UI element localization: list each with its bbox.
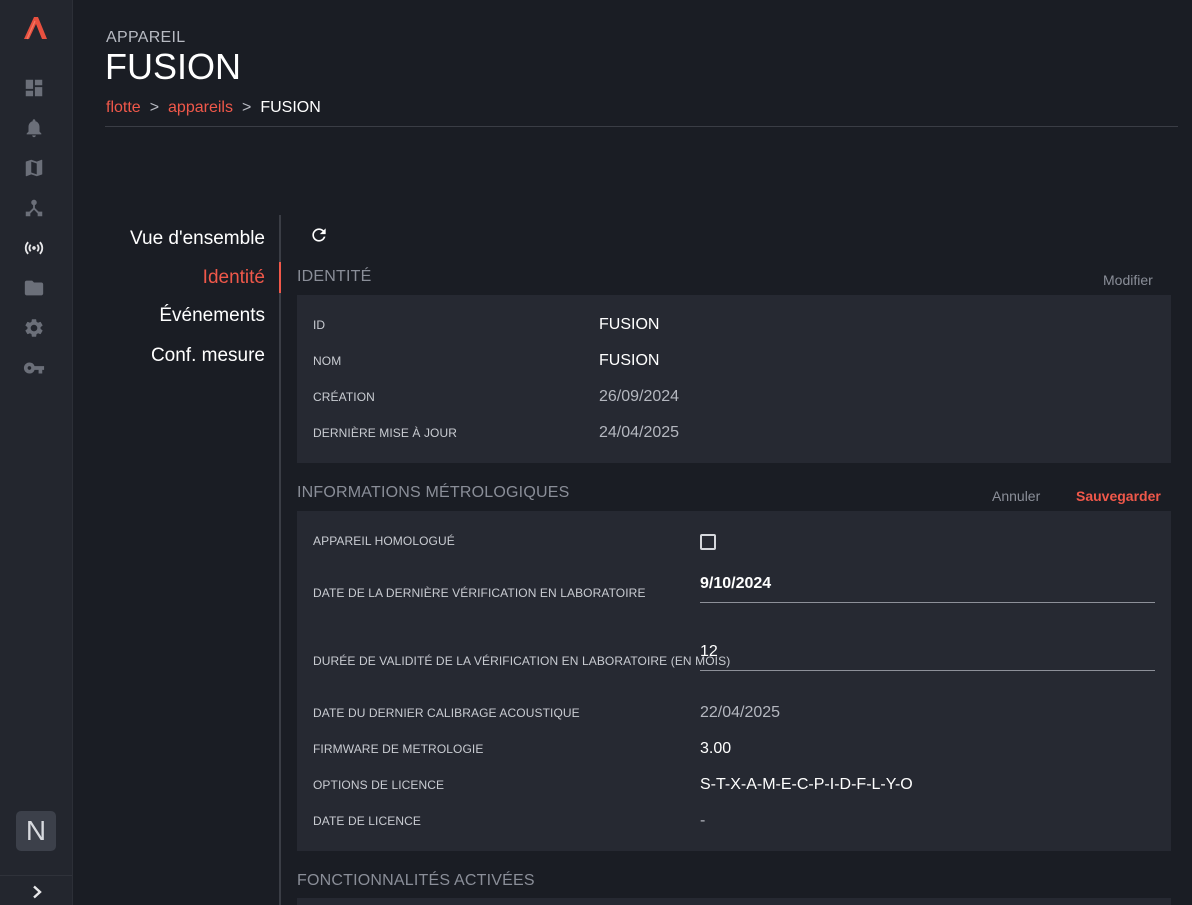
creation-value: 26/09/2024: [599, 388, 680, 405]
last-update-label: DERNIÈRE MISE À JOUR: [313, 426, 458, 440]
metrology-card: APPAREIL HOMOLOGUÉ DATE DE LA DERNIÈRE V…: [297, 511, 1171, 851]
validity-duration-field[interactable]: [700, 637, 1155, 671]
validity-duration-label: DURÉE DE VALIDITÉ DE LA VÉRIFICATION EN …: [313, 654, 731, 668]
subnav-item-events[interactable]: Événements: [159, 305, 265, 327]
bell-icon[interactable]: [22, 116, 46, 140]
firmware-label: FIRMWARE DE METROLOGIE: [313, 742, 484, 756]
dashboard-icon[interactable]: [22, 76, 46, 100]
map-icon[interactable]: [22, 156, 46, 180]
last-lab-check-label: DATE DE LA DERNIÈRE VÉRIFICATION EN LABO…: [313, 586, 646, 600]
save-button[interactable]: Sauvegarder: [1076, 488, 1161, 504]
creation-label: CRÉATION: [313, 390, 375, 404]
breadcrumb-separator: >: [149, 99, 160, 116]
subnav-item-identity[interactable]: Identité: [203, 267, 265, 289]
rail-divider: [0, 875, 72, 876]
homologated-label: APPAREIL HOMOLOGUÉ: [313, 534, 455, 548]
subnav-item-overview[interactable]: Vue d'ensemble: [130, 228, 265, 250]
license-options-value: S-T-X-A-M-E-C-P-I-D-F-L-Y-O: [700, 776, 913, 793]
breadcrumb-item-current: FUSION: [260, 99, 321, 116]
breadcrumb-separator: >: [241, 99, 252, 116]
features-section-title: FONCTIONNALITÉS ACTIVÉES: [297, 872, 535, 889]
name-value: FUSION: [599, 352, 660, 369]
identity-card: ID FUSION NOM FUSION CRÉATION 26/09/2024…: [297, 295, 1171, 463]
name-label: NOM: [313, 354, 342, 368]
last-lab-check-input[interactable]: [700, 569, 1155, 599]
breadcrumb-item-flotte[interactable]: flotte: [106, 99, 141, 117]
page-kicker: APPAREIL: [106, 29, 186, 46]
acoustic-calibration-label: DATE DU DERNIER CALIBRAGE ACOUSTIQUE: [313, 706, 580, 720]
subnav-divider: [279, 215, 281, 905]
header-divider: [105, 126, 1178, 127]
broadcast-icon[interactable]: [22, 236, 46, 260]
refresh-icon[interactable]: [309, 225, 329, 245]
page-title: FUSION: [105, 46, 242, 87]
id-label: ID: [313, 318, 326, 332]
license-date-label: DATE DE LICENCE: [313, 814, 421, 828]
identity-section-title: IDENTITÉ: [297, 268, 372, 285]
breadcrumb-item-appareils[interactable]: appareils: [168, 99, 233, 117]
acoustic-calibration-value: 22/04/2025: [700, 704, 781, 721]
subnav-item-measure-config[interactable]: Conf. mesure: [151, 345, 265, 367]
last-lab-check-field[interactable]: [700, 569, 1155, 603]
network-icon[interactable]: [22, 196, 46, 220]
firmware-value: 3.00: [700, 740, 732, 757]
license-options-label: OPTIONS DE LICENCE: [313, 778, 445, 792]
subnav-active-marker: [279, 262, 281, 293]
license-date-value: -: [700, 812, 706, 829]
last-update-value: 24/04/2025: [599, 424, 680, 441]
folder-icon[interactable]: [22, 276, 46, 300]
key-icon[interactable]: [22, 356, 46, 380]
avatar[interactable]: N: [16, 811, 56, 851]
gear-icon[interactable]: [22, 316, 46, 340]
validity-duration-input[interactable]: [700, 637, 1155, 667]
homologated-checkbox[interactable]: [700, 534, 716, 550]
app-logo[interactable]: [21, 14, 49, 42]
app-rail: N: [0, 0, 73, 905]
features-card: [297, 898, 1171, 905]
metrology-section-title: INFORMATIONS MÉTROLOGIQUES: [297, 484, 570, 501]
chevron-right-icon[interactable]: [28, 882, 46, 902]
cancel-button[interactable]: Annuler: [992, 488, 1040, 504]
edit-button[interactable]: Modifier: [1103, 272, 1153, 288]
breadcrumb: flotte > appareils > FUSION: [106, 99, 321, 117]
id-value: FUSION: [599, 316, 660, 333]
